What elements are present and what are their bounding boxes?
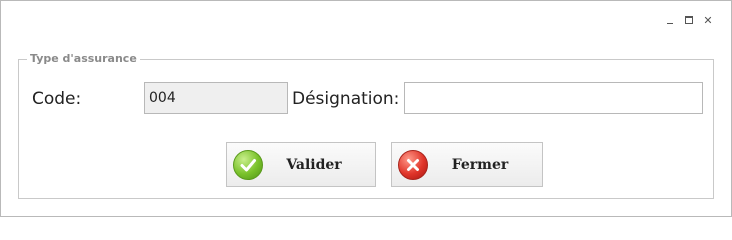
window-controls: ✕: [665, 15, 713, 26]
fermer-label: Fermer: [451, 156, 509, 173]
dialog-window: ✕ Type d'assurance Code: Désignation: Va…: [0, 0, 732, 217]
valider-label: Valider: [286, 156, 342, 173]
code-label: Code:: [32, 89, 82, 109]
designation-label: Désignation:: [292, 89, 400, 109]
valider-button[interactable]: Valider: [226, 142, 376, 187]
designation-field[interactable]: [404, 82, 703, 114]
fermer-button[interactable]: Fermer: [391, 142, 543, 187]
checkmark-icon: [233, 149, 263, 180]
code-field[interactable]: [144, 82, 288, 114]
minimize-icon[interactable]: [665, 15, 675, 25]
insurance-type-group: Type d'assurance Code: Désignation: Vali…: [18, 52, 714, 199]
group-legend: Type d'assurance: [27, 52, 140, 65]
maximize-icon[interactable]: [684, 15, 694, 25]
close-circle-icon: [398, 149, 428, 180]
close-icon[interactable]: ✕: [703, 15, 713, 26]
